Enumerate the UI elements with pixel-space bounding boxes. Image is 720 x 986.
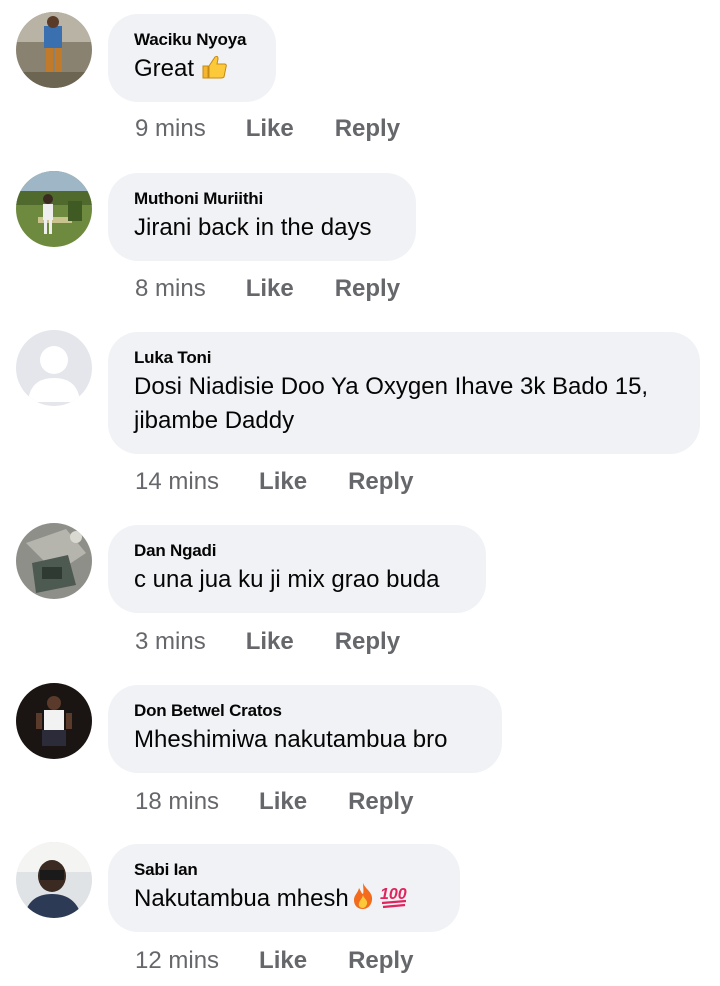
like-button[interactable]: Like <box>259 787 307 817</box>
comment-timestamp[interactable]: 14 mins <box>135 467 219 497</box>
like-button[interactable]: Like <box>246 274 294 304</box>
comment-author[interactable]: Muthoni Muriithi <box>134 189 390 209</box>
thumbs-up-icon <box>200 54 228 80</box>
hundred-points-icon: 100 <box>379 882 409 910</box>
like-button[interactable]: Like <box>259 946 307 976</box>
avatar[interactable] <box>16 12 92 88</box>
avatar[interactable] <box>16 683 92 759</box>
comment-author[interactable]: Don Betwel Cratos <box>134 701 476 721</box>
avatar[interactable] <box>16 330 92 406</box>
like-button[interactable]: Like <box>246 627 294 657</box>
comment-bubble: Dan Ngadi c una jua ku ji mix grao buda <box>108 525 486 613</box>
comment-timestamp[interactable]: 18 mins <box>135 787 219 817</box>
comment-text: Nakutambua mhesh 100 <box>134 882 434 916</box>
like-button[interactable]: Like <box>246 114 294 144</box>
avatar[interactable] <box>16 842 92 918</box>
comment-bubble: Waciku Nyoya Great <box>108 14 276 102</box>
comment-author[interactable]: Dan Ngadi <box>134 541 460 561</box>
comment-meta: 14 mins Like Reply <box>135 467 413 497</box>
comment-meta: 8 mins Like Reply <box>135 274 400 304</box>
comment-timestamp[interactable]: 3 mins <box>135 627 206 657</box>
like-button[interactable]: Like <box>259 467 307 497</box>
comment-meta: 18 mins Like Reply <box>135 787 413 817</box>
comment-timestamp[interactable]: 12 mins <box>135 946 219 976</box>
comment-author[interactable]: Waciku Nyoya <box>134 30 250 50</box>
reply-button[interactable]: Reply <box>335 274 400 304</box>
comment-timestamp[interactable]: 8 mins <box>135 274 206 304</box>
reply-button[interactable]: Reply <box>335 114 400 144</box>
comment-timestamp[interactable]: 9 mins <box>135 114 206 144</box>
comment-bubble: Muthoni Muriithi Jirani back in the days <box>108 173 416 261</box>
reply-button[interactable]: Reply <box>348 946 413 976</box>
avatar[interactable] <box>16 171 92 247</box>
comment-text: c una jua ku ji mix grao buda <box>134 566 440 593</box>
avatar[interactable] <box>16 523 92 599</box>
reply-button[interactable]: Reply <box>348 787 413 817</box>
comment-meta: 12 mins Like Reply <box>135 946 413 976</box>
comment-bubble: Don Betwel Cratos Mheshimiwa nakutambua … <box>108 685 502 773</box>
comment-author[interactable]: Luka Toni <box>134 348 674 368</box>
comment-text: Jirani back in the days <box>134 214 372 241</box>
comment-text: Dosi Niadisie Doo Ya Oxygen Ihave 3k Bad… <box>134 373 649 434</box>
comment-meta: 9 mins Like Reply <box>135 114 400 144</box>
comment-meta: 3 mins Like Reply <box>135 627 400 657</box>
comment-author[interactable]: Sabi Ian <box>134 860 434 880</box>
reply-button[interactable]: Reply <box>335 627 400 657</box>
comment-text: Great <box>134 52 250 86</box>
fire-icon <box>351 882 375 910</box>
reply-button[interactable]: Reply <box>348 467 413 497</box>
comment-text: Mheshimiwa nakutambua bro <box>134 726 448 753</box>
comment-bubble: Sabi Ian Nakutambua mhesh 100 <box>108 844 460 932</box>
comment-bubble: Luka Toni Dosi Niadisie Doo Ya Oxygen Ih… <box>108 332 700 454</box>
